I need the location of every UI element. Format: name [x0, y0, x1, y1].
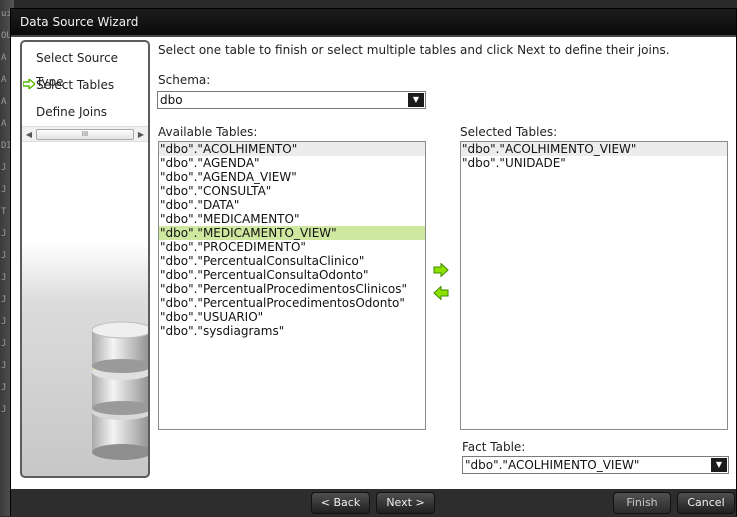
step-select-tables[interactable]: Select Tables [22, 73, 148, 97]
background-text-fragment: J [1, 273, 7, 283]
arrow-left-icon [433, 285, 449, 301]
background-text-fragment: J [1, 405, 7, 415]
available-table-item[interactable]: "dbo"."sysdiagrams" [159, 324, 425, 338]
fact-table-value: "dbo"."ACOLHIMENTO_VIEW" [465, 458, 640, 472]
schema-value: dbo [160, 93, 183, 107]
steps-horizontal-scrollbar[interactable]: ◀ III ▶ [22, 126, 148, 142]
finish-button[interactable]: Finish [613, 492, 671, 514]
scroll-left-icon[interactable]: ◀ [23, 129, 35, 141]
background-text-fragment: J [1, 229, 7, 239]
schema-dropdown[interactable]: dbo ▼ [157, 91, 426, 109]
step-label: Select Tables [36, 78, 115, 92]
available-table-item[interactable]: "dbo"."MEDICAMENTO" [159, 212, 425, 226]
window-title: Data Source Wizard [11, 9, 736, 36]
fact-table-dropdown[interactable]: "dbo"."ACOLHIMENTO_VIEW" ▼ [462, 456, 729, 474]
background-text-fragment: J [1, 339, 7, 349]
available-table-item[interactable]: "dbo"."MEDICAMENTO_VIEW" [159, 226, 425, 240]
available-table-item[interactable]: "dbo"."PercentualConsultaOdonto" [159, 268, 425, 282]
background-text-fragment: A [1, 75, 7, 85]
available-table-item[interactable]: "dbo"."PercentualProcedimentosOdonto" [159, 296, 425, 310]
background-text-fragment: J [1, 317, 7, 327]
background-text-fragment: J [1, 361, 7, 371]
available-table-item[interactable]: "dbo"."PROCEDIMENTO" [159, 240, 425, 254]
wizard-content: Select Source Type Select Tables Define … [11, 37, 736, 489]
steps-panel: Select Source Type Select Tables Define … [20, 40, 150, 478]
back-button[interactable]: < Back [311, 492, 370, 514]
background-text-fragment: J [1, 185, 7, 195]
selected-tables-list[interactable]: "dbo"."ACOLHIMENTO_VIEW" "dbo"."UNIDADE" [460, 141, 728, 430]
selected-tables-label: Selected Tables: [460, 125, 558, 139]
scrollbar-thumb[interactable]: III [36, 129, 134, 140]
add-table-button[interactable] [432, 262, 450, 279]
background-text-fragment: T [1, 207, 7, 217]
step-label: Define Joins [36, 105, 108, 119]
background-text-fragment: A [1, 97, 7, 107]
available-tables-label: Available Tables: [158, 125, 258, 139]
schema-label: Schema: [158, 73, 211, 87]
arrow-right-icon [433, 262, 449, 278]
available-table-item[interactable]: "dbo"."CONSULTA" [159, 184, 425, 198]
data-source-wizard-dialog: Data Source Wizard Select Source Type Se… [10, 8, 737, 517]
background-text-fragment: J [1, 295, 7, 305]
wizard-footer: < Back Next > Finish Cancel [11, 489, 736, 517]
background-text-fragment: J [1, 383, 7, 393]
next-button[interactable]: Next > [376, 492, 435, 514]
background-text-fragment: J [1, 251, 7, 261]
chevron-down-icon[interactable]: ▼ [408, 93, 424, 107]
selected-table-item[interactable]: "dbo"."ACOLHIMENTO_VIEW" [461, 142, 727, 156]
available-table-item[interactable]: "dbo"."USUARIO" [159, 310, 425, 324]
available-table-item[interactable]: "dbo"."AGENDA" [159, 156, 425, 170]
available-table-item[interactable]: "dbo"."AGENDA_VIEW" [159, 170, 425, 184]
database-icon [92, 321, 148, 460]
step-select-source-type[interactable]: Select Source Type [22, 46, 148, 89]
step-define-joins[interactable]: Define Joins [22, 100, 148, 124]
available-table-item[interactable]: "dbo"."PercentualProcedimentosClinicos" [159, 282, 425, 296]
fact-table-label: Fact Table: [462, 440, 526, 454]
background-text-fragment: A [1, 119, 7, 129]
available-table-item[interactable]: "dbo"."PercentualConsultaClinico" [159, 254, 425, 268]
background-text-fragment: A [1, 53, 7, 63]
instruction-text: Select one table to finish or select mul… [158, 43, 670, 57]
arrow-right-icon [22, 73, 37, 97]
available-table-item[interactable]: "dbo"."ACOLHIMENTO" [159, 142, 425, 156]
background-text-fragment: J [1, 163, 7, 173]
available-tables-list[interactable]: "dbo"."ACOLHIMENTO" "dbo"."AGENDA" "dbo"."… [158, 141, 426, 430]
cancel-button[interactable]: Cancel [677, 492, 735, 514]
selected-table-item[interactable]: "dbo"."UNIDADE" [461, 156, 727, 170]
remove-table-button[interactable] [432, 285, 450, 302]
scroll-right-icon[interactable]: ▶ [135, 129, 147, 141]
available-table-item[interactable]: "dbo"."DATA" [159, 198, 425, 212]
chevron-down-icon[interactable]: ▼ [711, 458, 727, 472]
